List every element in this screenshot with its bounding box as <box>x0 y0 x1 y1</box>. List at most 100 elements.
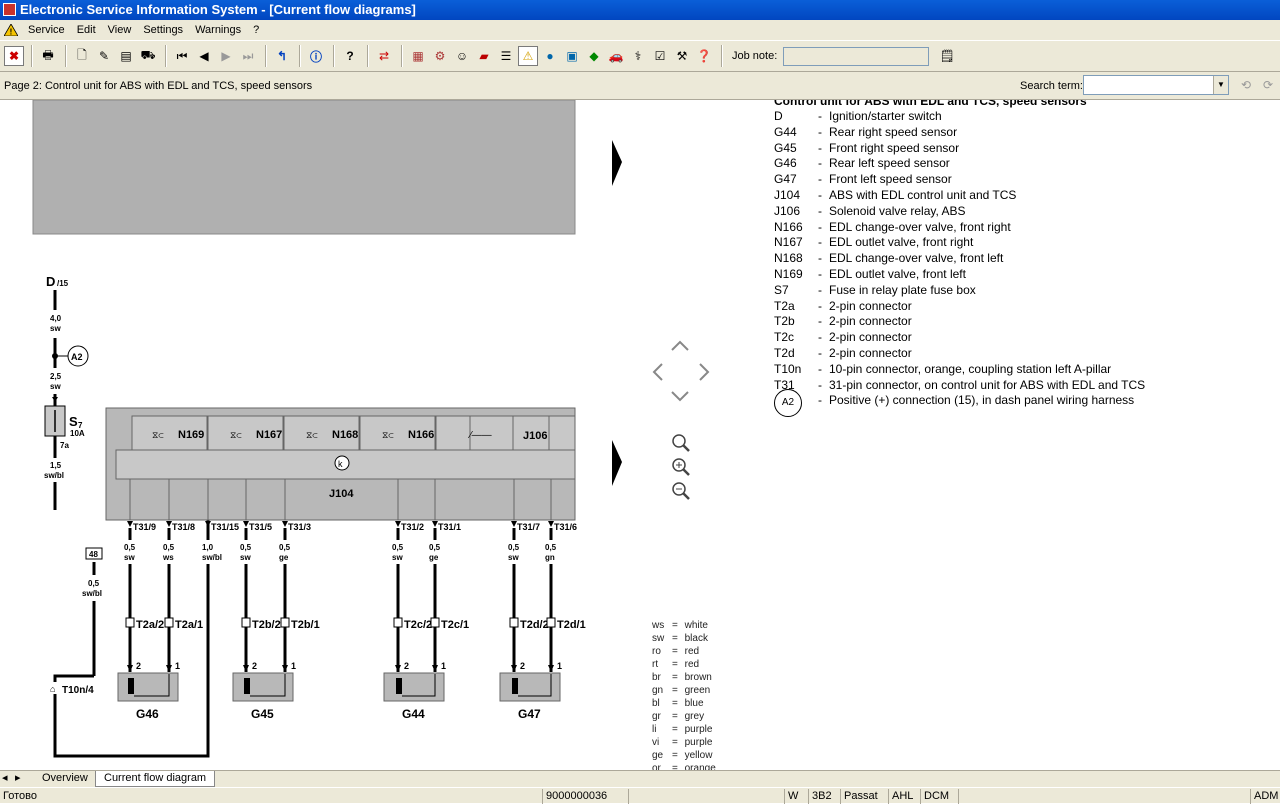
book-icon[interactable]: ▰ <box>474 46 494 66</box>
search-previous-icon[interactable]: ⟲ <box>1236 75 1256 95</box>
legend-code: J104 <box>774 188 801 202</box>
sensor-pin-number: 1 <box>291 661 296 671</box>
zoom-out-icon[interactable] <box>672 482 690 500</box>
sensor-g45: T2b/2 2 T2b/1 1 G45 <box>232 617 320 721</box>
warning-toolbar-icon[interactable]: ⚠ <box>518 46 538 66</box>
pin-label: T31/3 <box>288 522 311 532</box>
search-input[interactable] <box>1083 75 1229 95</box>
sensor-label: G44 <box>402 707 425 721</box>
search-dropdown-icon[interactable]: ▼ <box>1213 76 1228 94</box>
save-icon[interactable]: ▣ <box>562 46 582 66</box>
checklist-icon[interactable]: ☑ <box>650 46 670 66</box>
globe-icon[interactable]: ● <box>540 46 560 66</box>
svg-text:N169: N169 <box>178 429 204 441</box>
color-name: black <box>684 633 708 644</box>
color-name: white <box>684 620 708 631</box>
page-link-arrow[interactable] <box>612 140 622 186</box>
color-key-equals: = <box>672 763 681 770</box>
leaf-icon[interactable]: ◆ <box>584 46 604 66</box>
menu-service[interactable]: Service <box>22 20 71 40</box>
list-icon[interactable]: ☰ <box>496 46 516 66</box>
pan-up-icon[interactable] <box>671 340 689 351</box>
legend-code: G44 <box>774 124 797 139</box>
tab-current-flow-diagram[interactable]: Current flow diagram <box>95 771 216 787</box>
sensor-g46: T2a/2 2 T2a/1 1 G46 <box>117 617 203 721</box>
swap-icon[interactable]: ⇄ <box>374 46 394 66</box>
help-icon[interactable]: ? <box>340 46 360 66</box>
pin-wire-size: 0,5 <box>392 543 404 552</box>
car-icon[interactable]: ⛟ <box>138 46 158 66</box>
pan-left-icon[interactable] <box>652 363 663 381</box>
svg-text:k: k <box>338 459 343 469</box>
sensor-label: G46 <box>136 707 159 721</box>
menu-edit[interactable]: Edit <box>71 20 102 40</box>
color-name: red <box>684 646 700 657</box>
page-link-arrow[interactable] <box>612 440 622 486</box>
terminal-label: D <box>46 274 55 289</box>
tools-icon[interactable]: ⚒ <box>672 46 692 66</box>
sensor-pin-number: 2 <box>404 661 409 671</box>
pin-wire-size: 0,5 <box>508 543 520 552</box>
document-list-icon[interactable]: ▤ <box>116 46 136 66</box>
legend-dash: - <box>818 267 822 281</box>
job-note-input[interactable] <box>783 46 930 66</box>
tab-scroll-right-icon[interactable]: ▸ <box>13 771 23 787</box>
svg-text:⧖⊂: ⧖⊂ <box>230 430 242 440</box>
color-key-row: br = brown <box>652 672 716 685</box>
first-page-icon[interactable]: ⏮ <box>172 46 192 66</box>
next-page-icon[interactable]: ▶ <box>216 46 236 66</box>
pan-right-icon[interactable] <box>699 363 710 381</box>
calculator-icon[interactable]: ▦ <box>408 46 428 66</box>
color-name: purple <box>684 724 713 735</box>
engine-icon[interactable]: ⚙ <box>430 46 450 66</box>
color-abbrev: gn <box>652 685 664 696</box>
status-text: Готово <box>3 790 37 802</box>
search-label: Search term: <box>1020 80 1083 92</box>
color-key-equals: = <box>672 633 681 644</box>
new-document-icon[interactable]: 🗋 <box>72 46 92 66</box>
color-key-equals: = <box>672 698 681 709</box>
tab-overview[interactable]: Overview <box>34 771 96 787</box>
pin-label: T31/15 <box>211 522 239 532</box>
last-page-icon[interactable]: ⏭ <box>238 46 258 66</box>
vehicle-icon[interactable]: 🚗 <box>606 46 626 66</box>
zoom-in-icon[interactable] <box>672 458 690 476</box>
question-doc-icon[interactable]: ❓ <box>694 46 714 66</box>
diagnosis-icon[interactable]: ⚕ <box>628 46 648 66</box>
previous-page-icon[interactable]: ◀ <box>194 46 214 66</box>
print-icon[interactable]: 🖶 <box>38 46 58 66</box>
color-key-row: ws = white <box>652 620 716 633</box>
legend-desc: Front left speed sensor <box>829 172 952 187</box>
menu-help[interactable]: ? <box>247 20 265 40</box>
back-icon[interactable]: ↰ <box>272 46 292 66</box>
color-abbrev: or <box>652 763 661 770</box>
color-name: orange <box>684 763 716 770</box>
menu-view[interactable]: View <box>102 20 138 40</box>
exit-icon[interactable]: ✖ <box>4 46 24 66</box>
relay-j106: ⁄—— J106 <box>435 415 576 451</box>
menu-warnings[interactable]: Warnings <box>189 20 247 40</box>
status-gearbox: DCM <box>920 789 956 804</box>
menu-settings[interactable]: Settings <box>137 20 189 40</box>
a2-label: A2 <box>71 352 83 362</box>
color-key-row: gr = grey <box>652 711 716 724</box>
pin-T31-5: T31/5 0,5sw <box>238 521 272 665</box>
tab-scroll-left-icon[interactable]: ◂ <box>0 771 10 787</box>
diagram-viewer: D /15 4,0 sw A2 2,5 sw S 7 10A 7a 1,5 sw… <box>0 100 1280 770</box>
pan-down-icon[interactable] <box>671 391 689 402</box>
pin-wire-color: ws <box>162 553 174 562</box>
search-next-icon[interactable]: ⟳ <box>1258 75 1278 95</box>
status-code: 9000000036 <box>542 789 628 804</box>
legend-dash: - <box>818 377 822 392</box>
pin-T31-7: T31/7 0,5sw <box>506 521 540 665</box>
info-icon[interactable]: ⓘ <box>306 46 326 66</box>
job-note-edit-icon[interactable]: 🗒 <box>937 46 957 66</box>
status-3b2: 3B2 <box>808 789 838 804</box>
color-abbrev: ro <box>652 646 661 657</box>
edit-document-icon[interactable]: ✎ <box>94 46 114 66</box>
person-icon[interactable]: ☺ <box>452 46 472 66</box>
legend-code: S7 <box>774 282 789 297</box>
zoom-fit-icon[interactable] <box>672 434 690 452</box>
legend-desc: Solenoid valve relay, ABS <box>829 203 966 218</box>
legend-code: D <box>774 109 783 123</box>
